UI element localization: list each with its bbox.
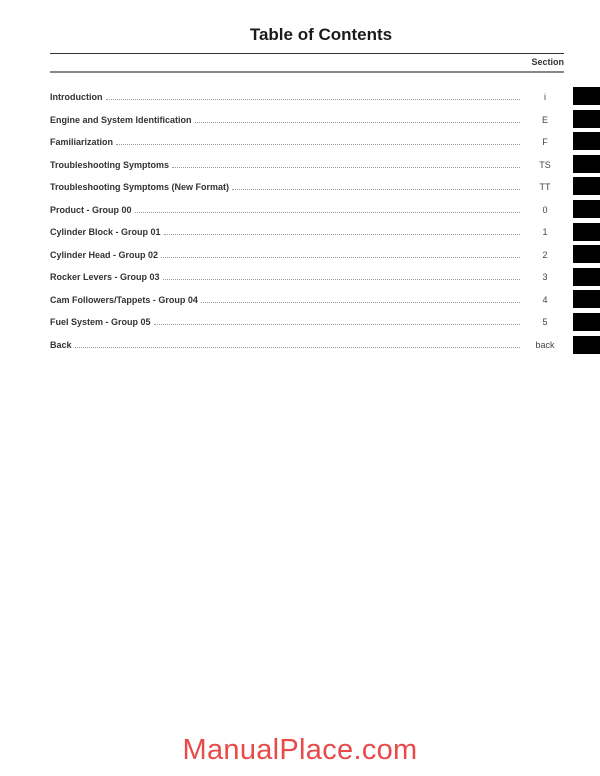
toc-entry-group-00[interactable]: Product - Group 00 0	[50, 205, 564, 228]
dot-leader	[162, 273, 520, 280]
toc-entry-group-04[interactable]: Cam Followers/Tappets - Group 04 4	[50, 295, 564, 318]
thumb-tab-group-04[interactable]	[573, 290, 600, 309]
section-column-header: Section	[531, 57, 564, 67]
thumb-tab-familiarization[interactable]	[573, 132, 600, 151]
toc-entry-section: 0	[542, 204, 548, 215]
toc-entry-group-03[interactable]: Rocker Levers - Group 03 3	[50, 272, 564, 295]
header-divider	[50, 71, 564, 73]
toc-entry-label: Cylinder Head - Group 02	[50, 249, 159, 260]
dot-leader	[172, 161, 520, 168]
thumb-tab-group-02[interactable]	[573, 245, 600, 264]
toc-entry-label: Rocker Levers - Group 03	[50, 272, 160, 282]
header-rule	[50, 53, 564, 54]
toc-entry-label: Fuel System - Group 05	[50, 317, 151, 327]
dot-leader	[194, 116, 520, 123]
toc-entry-label: Cylinder Block - Group 01	[50, 227, 161, 237]
toc-entry-group-01[interactable]: Cylinder Block - Group 01 1	[50, 227, 564, 250]
toc-entry-section: E	[541, 114, 548, 125]
dot-leader	[116, 138, 520, 145]
toc-entry-section: 5	[542, 317, 548, 327]
thumb-tab-engine-identification[interactable]	[573, 109, 600, 128]
dot-leader	[200, 296, 520, 303]
toc-entry-label: Introduction	[50, 92, 103, 102]
thumb-tab-group-01[interactable]	[573, 222, 600, 241]
thumb-tab-troubleshooting[interactable]	[573, 154, 600, 173]
toc-entry-introduction[interactable]: Introduction i	[50, 92, 564, 115]
toc-entry-section: 4	[542, 294, 548, 305]
toc-entry-section: TT	[539, 182, 551, 192]
toc-entry-section: 3	[542, 272, 548, 282]
toc-list: Introduction i Engine and System Identifi…	[50, 92, 564, 362]
section-thumb-tabs	[573, 87, 600, 358]
toc-entry-label: Familiarization	[50, 137, 114, 147]
dot-leader	[134, 206, 520, 213]
toc-entry-back[interactable]: Back back	[50, 340, 564, 363]
toc-entry-troubleshooting-new[interactable]: Troubleshooting Symptoms (New Format) TT	[50, 182, 564, 205]
thumb-tab-group-05[interactable]	[573, 312, 600, 331]
toc-entry-label: Engine and System Identification	[50, 114, 192, 125]
toc-entry-troubleshooting[interactable]: Troubleshooting Symptoms TS	[50, 160, 564, 183]
toc-entry-label: Troubleshooting Symptoms (New Format)	[50, 182, 230, 192]
dot-leader	[74, 341, 520, 348]
toc-entry-label: Product - Group 00	[50, 204, 132, 215]
toc-entry-group-05[interactable]: Fuel System - Group 05 5	[50, 317, 564, 340]
thumb-tab-troubleshooting-new[interactable]	[573, 177, 600, 196]
toc-entry-section: i	[544, 92, 546, 102]
thumb-tab-group-03[interactable]	[573, 267, 600, 286]
toc-entry-section: back	[535, 339, 555, 350]
thumb-tab-introduction[interactable]	[573, 87, 600, 105]
dot-leader	[153, 318, 520, 325]
dot-leader	[163, 228, 520, 235]
thumb-tab-back[interactable]	[573, 335, 600, 354]
toc-entry-group-02[interactable]: Cylinder Head - Group 02 2	[50, 250, 564, 273]
toc-entry-section: TS	[539, 159, 551, 170]
page-title: Table of Contents	[249, 25, 393, 44]
toc-entry-engine-identification[interactable]: Engine and System Identification E	[50, 115, 564, 138]
toc-entry-label: Back	[50, 339, 72, 350]
toc-entry-section: 2	[542, 249, 548, 260]
toc-entry-label: Troubleshooting Symptoms	[50, 159, 170, 170]
watermark: ManualPlace.com	[182, 734, 418, 766]
toc-entry-section: 1	[542, 227, 548, 237]
toc-entry-familiarization[interactable]: Familiarization F	[50, 137, 564, 160]
toc-entry-section: F	[542, 137, 548, 147]
dot-leader	[161, 251, 520, 258]
dot-leader	[105, 93, 520, 100]
dot-leader	[232, 183, 520, 190]
thumb-tab-group-00[interactable]	[573, 199, 600, 218]
toc-entry-label: Cam Followers/Tappets - Group 04	[50, 294, 198, 305]
